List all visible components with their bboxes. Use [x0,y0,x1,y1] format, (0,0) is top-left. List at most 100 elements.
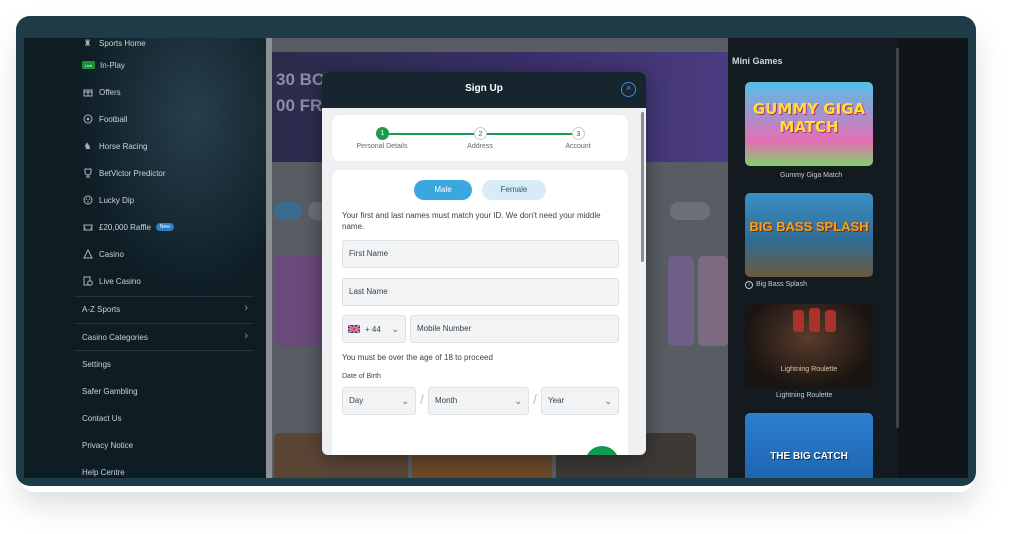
page-viewport: ♜ Sports Home Live In-Play Offers Footba… [24,38,968,478]
right-scrollbar[interactable] [896,48,899,428]
sidebar-link-privacy-notice[interactable]: Privacy Notice [82,441,133,450]
category-chip [274,202,302,220]
chevron-down-icon: ⌄ [514,396,522,406]
promo-text-line1: 30 BO [276,70,326,89]
sidebar-item-label: Casino [99,249,124,259]
chevron-down-icon: ⌄ [391,324,399,334]
step-1-label: Personal Details [356,143,408,150]
first-name-field[interactable]: First Name [342,240,619,268]
dob-day-select[interactable]: Day ⌄ [342,387,416,415]
category-chip [670,202,710,220]
gender-male-button[interactable]: Male [414,180,472,200]
game-art-title: BIG BASS SPLASH [749,219,869,234]
date-separator: / [533,391,537,407]
mini-games-title: Mini Games [732,56,783,66]
mobile-number-field[interactable]: Mobile Number [410,315,619,343]
divider [74,296,254,297]
sidebar-item-label: Football [99,114,128,124]
sidebar-item-horse-racing[interactable]: ♞ Horse Racing [82,136,147,156]
personal-details-form: Male Female Your first and last names mu… [332,170,628,455]
dob-year-value: Year [548,396,565,405]
sidebar-item-sports-home[interactable]: ♜ Sports Home [82,38,146,53]
sidebar-item-label: £20,000 Raffle [99,222,151,232]
chevron-right-icon: › [244,302,248,314]
game-card-lightning-roulette[interactable]: Lightning Roulette [745,304,873,388]
gender-female-button[interactable]: Female [482,180,546,200]
sidebar-item-in-play[interactable]: Live In-Play [82,55,125,75]
game-art-title: GUMMY GIGA MATCH [752,100,866,136]
country-code-value: + 44 [365,324,381,334]
dob-year-select[interactable]: Year ⌄ [541,387,619,415]
chevron-down-icon: ⌄ [401,396,409,406]
signup-stepper: 1 2 3 Personal Details Address Account [332,115,628,161]
step-connector-complete [383,133,479,135]
step-connector [483,133,575,135]
sidebar-item-label: Offers [99,87,121,97]
sidebar-item-label: In-Play [100,60,125,70]
game-art-title: Lightning Roulette [780,366,838,373]
sidebar-item-betvictor-predictor[interactable]: BetVictor Predictor [82,163,166,183]
last-name-field[interactable]: Last Name [342,278,619,306]
sidebar-item-label: BetVictor Predictor [99,168,166,178]
ticket-icon [82,222,93,233]
sidebar-section-casino-categories[interactable]: Casino Categories [82,333,148,342]
game-card-big-bass-splash[interactable]: BIG BASS SPLASH [745,193,873,277]
modal-scrollbar[interactable] [641,112,644,262]
sidebar-item-label: Horse Racing [99,141,148,151]
info-icon[interactable]: i [745,281,753,289]
sidebar-item-offers[interactable]: Offers [82,82,121,102]
browser-frame: ♜ Sports Home Live In-Play Offers Footba… [16,16,976,486]
sports-home-icon: ♜ [83,38,92,48]
roulette-column [793,310,804,332]
sidebar-link-settings[interactable]: Settings [82,360,111,369]
step-3-label: Account [565,143,591,150]
close-icon[interactable]: × [621,82,636,97]
live-casino-icon [82,276,93,287]
dob-month-select[interactable]: Month ⌄ [428,387,529,415]
sidebar-section-az-sports[interactable]: A-Z Sports [82,305,120,314]
sidebar-link-help-centre[interactable]: Help Centre [82,468,125,477]
sidebar-item-lucky-dip[interactable]: Lucky Dip [82,190,134,210]
game-name[interactable]: Gummy Giga Match [780,172,842,179]
game-card-gummy-giga-match[interactable]: GUMMY GIGA MATCH [745,82,873,166]
divider [74,323,254,324]
game-name[interactable]: Big Bass Splash [756,281,807,288]
dob-label: Date of Birth [342,373,381,380]
chevron-right-icon: › [244,330,248,342]
game-art-title: THE BIG CATCH [770,451,848,462]
country-code-select[interactable]: + 44 ⌄ [342,315,406,343]
football-icon [82,114,93,125]
sidebar-item-raffle[interactable]: £20,000 Raffle New [82,217,174,237]
new-badge: New [155,223,174,231]
sidebar-link-contact-us[interactable]: Contact Us [82,414,122,423]
sidebar-item-live-casino[interactable]: Live Casino [82,271,141,291]
casino-icon [82,249,93,260]
game-name[interactable]: Lightning Roulette [776,392,832,399]
dob-day-value: Day [349,396,364,405]
mini-games-panel: Mini Games GUMMY GIGA MATCH Gummy Giga M… [728,38,898,478]
right-gutter [898,38,968,478]
modal-header: Sign Up × [322,72,646,108]
sidebar-item-casino[interactable]: Casino [82,244,124,264]
game-tile [668,256,694,346]
signup-modal: Sign Up × 1 2 3 Personal Details Address… [322,72,646,455]
uk-flag-icon [348,325,360,333]
trophy-icon [82,168,93,179]
name-help-text: Your first and last names must match you… [342,211,601,231]
modal-title: Sign Up [465,83,503,94]
dob-month-value: Month [435,396,458,405]
live-badge: Live [82,61,95,69]
sidebar-link-safer-gambling[interactable]: Safer Gambling [82,387,138,396]
chevron-down-icon: ⌄ [604,396,612,406]
age-requirement-note: You must be over the age of 18 to procee… [342,353,493,362]
sidebar-item-football[interactable]: Football [82,109,127,129]
horse-icon: ♞ [83,140,92,151]
sidebar-item-label: Lucky Dip [99,195,135,205]
game-card-fishin-frenzy[interactable]: THE BIG CATCH [745,413,873,478]
sidebar-item-label: Sports Home [99,38,146,48]
roulette-column [825,310,836,332]
roulette-column [809,308,820,332]
step-1-indicator: 1 [376,127,389,140]
game-info: i Big Bass Splash [745,281,807,289]
sidebar-menu: ♜ Sports Home Live In-Play Offers Footba… [24,38,274,478]
